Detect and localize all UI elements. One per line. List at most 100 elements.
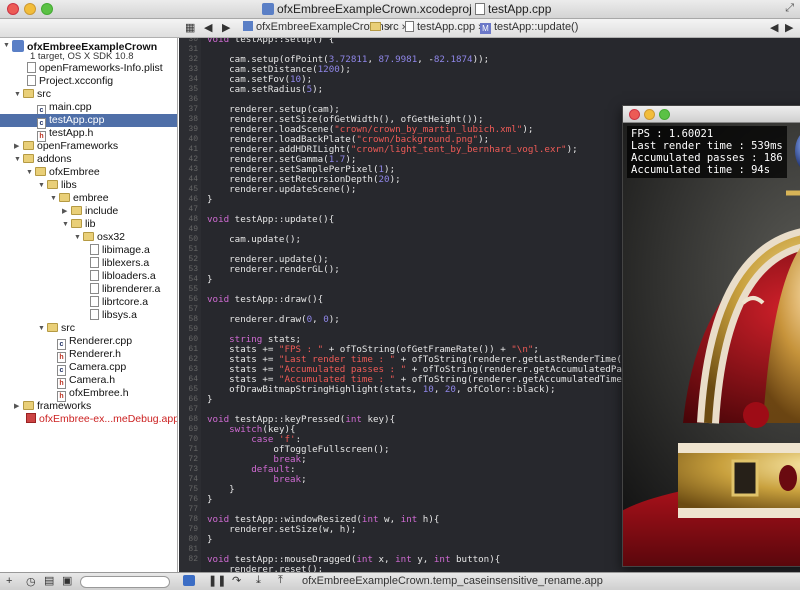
render-window[interactable]: FPS : 1.60021 Last render time : 539ms A… bbox=[622, 105, 800, 567]
file-xcconfig[interactable]: Project.xcconfig bbox=[27, 75, 113, 88]
fullscreen-icon[interactable]: ⤢ bbox=[785, 2, 794, 15]
step-over-icon[interactable]: ↷ bbox=[232, 574, 241, 587]
step-out-icon[interactable]: ⤒ bbox=[278, 574, 283, 587]
code-line[interactable]: cam.update(); bbox=[207, 235, 301, 245]
group-src[interactable]: ▼ src bbox=[14, 88, 51, 101]
file-librenderer[interactable]: librenderer.a bbox=[90, 283, 160, 296]
file-libsys[interactable]: libsys.a bbox=[90, 309, 137, 322]
zoom-window-button[interactable] bbox=[659, 109, 670, 120]
group-addon-src[interactable]: ▼ src bbox=[38, 322, 75, 335]
file-liblexers[interactable]: liblexers.a bbox=[90, 257, 149, 270]
scm-icon[interactable]: ▣ bbox=[62, 574, 72, 587]
file-main-cpp[interactable]: c main.cpp bbox=[37, 101, 92, 116]
minimize-window-button[interactable] bbox=[644, 109, 655, 120]
code-line[interactable]: cam.setRadius(5); bbox=[207, 85, 323, 95]
code-line[interactable]: void testApp::update(){ bbox=[207, 215, 334, 225]
code-line[interactable]: void testApp::setup() { bbox=[207, 38, 334, 45]
debug-area-toggle-icon[interactable] bbox=[183, 575, 195, 586]
code-line[interactable]: } bbox=[207, 275, 213, 285]
line-number: 47 bbox=[188, 205, 198, 214]
line-number: 38 bbox=[188, 115, 198, 124]
file-ofxembree-h[interactable]: h ofxEmbree.h bbox=[57, 387, 129, 402]
close-window-button[interactable] bbox=[7, 3, 19, 15]
line-number: 44 bbox=[188, 175, 198, 184]
code-editor[interactable]: 30 31 32 33 34 35 36 37 38 39 40 41 42 43 44 45 46 47 48 49… bbox=[179, 38, 800, 572]
line-number: 81 bbox=[188, 545, 198, 554]
file-renderer-h[interactable]: h Renderer.h bbox=[57, 348, 121, 363]
group-embree[interactable]: ▼ embree bbox=[50, 192, 109, 205]
code-line[interactable]: renderer.draw(0, 0); bbox=[207, 315, 340, 325]
recent-files-icon[interactable]: ◷ bbox=[26, 575, 36, 588]
group-openframeworks[interactable]: ▶ openFrameworks bbox=[14, 140, 118, 153]
grid-icon[interactable]: ▦ bbox=[185, 21, 195, 34]
folder-icon bbox=[71, 219, 82, 228]
code-line[interactable]: renderer.reset(); bbox=[207, 565, 323, 573]
add-icon[interactable]: + bbox=[6, 575, 12, 587]
code-line[interactable]: } bbox=[207, 395, 213, 405]
disclosure-triangle-icon[interactable]: ▼ bbox=[62, 218, 71, 231]
group-libs[interactable]: ▼ libs bbox=[38, 179, 77, 192]
disclosure-triangle-icon[interactable]: ▶ bbox=[14, 140, 23, 153]
file-libloaders[interactable]: libloaders.a bbox=[90, 270, 156, 283]
file-camera-cpp[interactable]: c Camera.cpp bbox=[57, 361, 126, 376]
related-files-left-arrow[interactable]: ◀ bbox=[770, 21, 778, 34]
minimize-window-button[interactable] bbox=[24, 3, 36, 15]
group-ofxembree[interactable]: ▼ ofxEmbree bbox=[26, 166, 100, 179]
code-line[interactable]: } bbox=[207, 195, 213, 205]
breadcrumb-src[interactable]: src › bbox=[370, 21, 405, 33]
line-number: 55 bbox=[188, 285, 198, 294]
step-into-icon[interactable]: ⤓ bbox=[256, 574, 261, 587]
breadcrumb-method[interactable]: MtestApp::update() bbox=[480, 21, 578, 34]
disclosure-triangle-icon[interactable]: ▼ bbox=[14, 153, 23, 166]
group-addons[interactable]: ▼ addons bbox=[14, 153, 71, 166]
disclosure-triangle-icon[interactable]: ▼ bbox=[14, 88, 23, 101]
code-line[interactable]: renderer.renderGL(); bbox=[207, 265, 340, 275]
file-camera-h[interactable]: h Camera.h bbox=[57, 374, 115, 389]
line-number: 64 bbox=[188, 375, 198, 384]
group-include[interactable]: ▶ include bbox=[62, 205, 118, 218]
line-number: 63 bbox=[188, 365, 198, 374]
disclosure-triangle-icon[interactable]: ▼ bbox=[38, 179, 47, 192]
render-stats-overlay: FPS : 1.60021 Last render time : 539ms A… bbox=[627, 126, 787, 178]
group-lib[interactable]: ▼ lib bbox=[62, 218, 96, 231]
file-info-plist[interactable]: openFrameworks-Info.plist bbox=[27, 62, 163, 75]
folder-icon bbox=[23, 154, 34, 163]
line-number: 57 bbox=[188, 305, 198, 314]
group-frameworks[interactable]: ▶ frameworks bbox=[14, 400, 91, 413]
product-app[interactable]: ofxEmbree-ex...meDebug.app bbox=[26, 413, 177, 426]
zoom-window-button[interactable] bbox=[41, 3, 53, 15]
file-renderer-cpp[interactable]: c Renderer.cpp bbox=[57, 335, 132, 350]
file-testapp-cpp[interactable]: c testApp.cpp bbox=[0, 114, 177, 129]
code-line[interactable]: renderer.updateScene(); bbox=[207, 185, 356, 195]
code-line[interactable]: void testApp::draw(){ bbox=[207, 295, 323, 305]
forward-arrow-icon[interactable]: ▶ bbox=[222, 21, 230, 34]
disclosure-triangle-icon[interactable]: ▼ bbox=[3, 40, 12, 51]
code-line[interactable]: } bbox=[207, 495, 213, 505]
code-line[interactable]: } bbox=[207, 535, 213, 545]
project-root[interactable]: ▼ ofxEmbreeExampleCrown 1 target, OS X SD… bbox=[3, 40, 157, 64]
file-libimage[interactable]: libimage.a bbox=[90, 244, 150, 257]
line-number: 82 bbox=[188, 555, 198, 564]
disclosure-triangle-icon[interactable]: ▶ bbox=[14, 400, 23, 413]
code-line[interactable]: ofDrawBitmapStringHighlight(stats, 10, 2… bbox=[207, 385, 555, 395]
disclosure-triangle-icon[interactable]: ▼ bbox=[74, 231, 83, 244]
disclosure-triangle-icon[interactable]: ▼ bbox=[50, 192, 59, 205]
file-testapp-h[interactable]: h testApp.h bbox=[37, 127, 93, 142]
folder-icon bbox=[59, 193, 70, 202]
related-files-right-arrow[interactable]: ▶ bbox=[785, 21, 793, 34]
back-arrow-icon[interactable]: ◀ bbox=[204, 21, 212, 34]
pause-icon[interactable]: ❚❚ bbox=[208, 574, 226, 587]
line-number: 68 bbox=[188, 415, 198, 424]
breadcrumb-file[interactable]: testApp.cpp › bbox=[405, 21, 482, 33]
disclosure-triangle-icon[interactable]: ▶ bbox=[62, 205, 71, 218]
group-osx32[interactable]: ▼ osx32 bbox=[74, 231, 125, 244]
search-filter-field[interactable] bbox=[80, 576, 170, 588]
close-window-button[interactable] bbox=[629, 109, 640, 120]
disclosure-triangle-icon[interactable]: ▼ bbox=[38, 322, 47, 335]
line-number: 34 bbox=[188, 75, 198, 84]
filter-icon[interactable]: ▤ bbox=[44, 574, 54, 587]
file-librtcore[interactable]: librtcore.a bbox=[90, 296, 148, 309]
code-line[interactable]: renderer.setSize(w, h); bbox=[207, 525, 356, 535]
disclosure-triangle-icon[interactable]: ▼ bbox=[26, 166, 35, 179]
breadcrumb-project[interactable]: ofxEmbreeExampleCrown › bbox=[243, 21, 391, 33]
